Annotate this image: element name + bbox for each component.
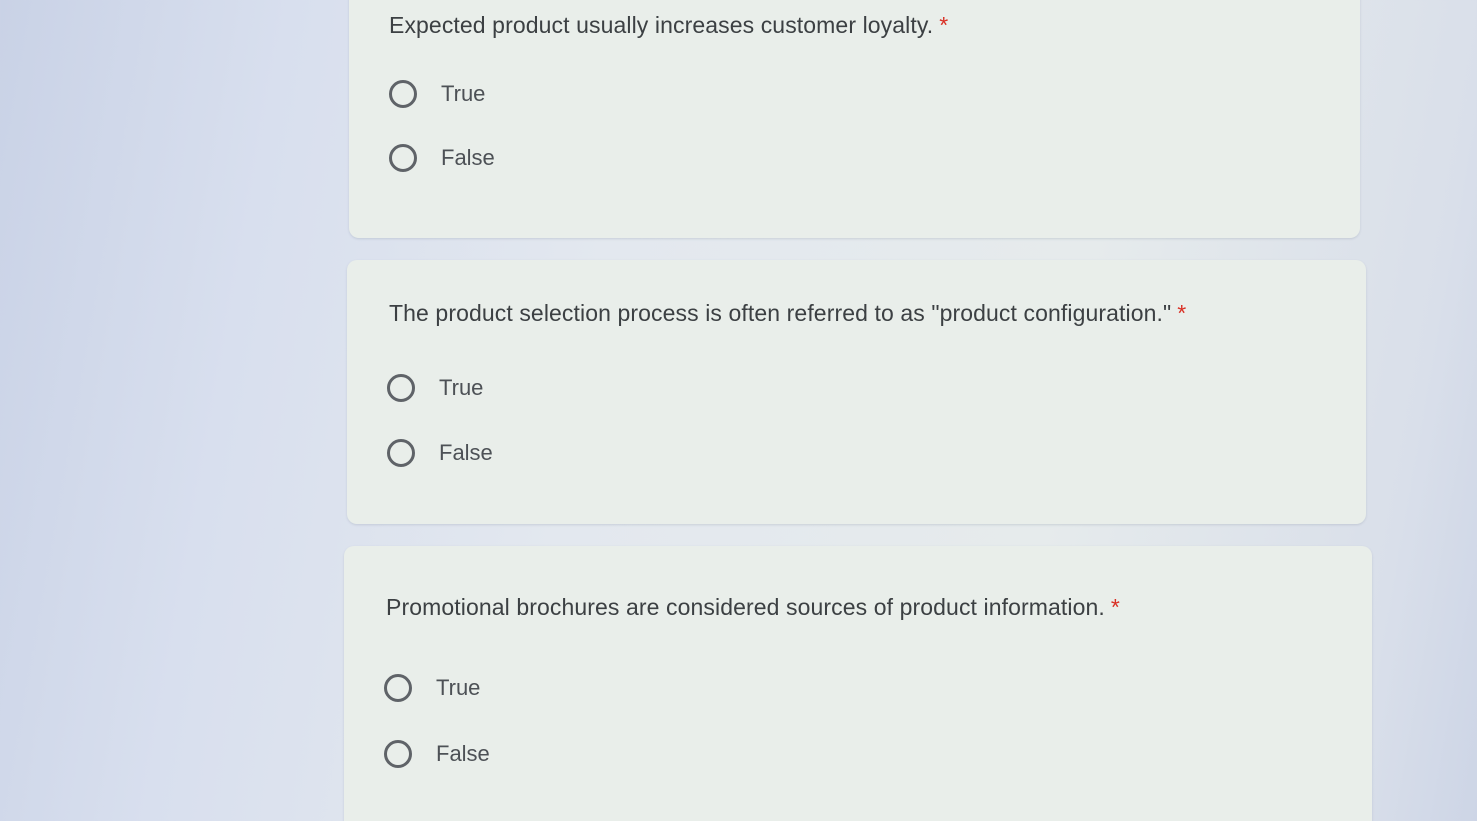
question-card-2: The product selection process is often r…	[347, 260, 1366, 524]
option-label: False	[436, 741, 490, 766]
radio-button-icon[interactable]	[387, 374, 415, 402]
question-card-3: Promotional brochures are considered sou…	[344, 546, 1372, 821]
radio-button-icon[interactable]	[384, 674, 412, 702]
radio-option-false[interactable]: False	[384, 734, 490, 774]
question-label: Expected product usually increases custo…	[389, 12, 934, 38]
question-card-1: Expected product usually increases custo…	[349, 0, 1360, 238]
radio-button-icon[interactable]	[384, 740, 412, 768]
option-label: False	[441, 145, 495, 170]
radio-option-false[interactable]: False	[389, 138, 495, 178]
radio-option-false[interactable]: False	[387, 433, 493, 473]
question-text: The product selection process is often r…	[389, 300, 1186, 327]
question-label: Promotional brochures are considered sou…	[386, 594, 1105, 620]
radio-option-true[interactable]: True	[387, 368, 483, 408]
required-asterisk: *	[1110, 594, 1120, 620]
question-text: Expected product usually increases custo…	[389, 12, 948, 39]
required-asterisk: *	[1177, 300, 1187, 326]
radio-button-icon[interactable]	[387, 439, 415, 467]
option-label: True	[439, 375, 484, 400]
option-label: False	[439, 440, 493, 465]
radio-button-icon[interactable]	[389, 144, 417, 172]
radio-option-true[interactable]: True	[389, 74, 485, 114]
radio-button-icon[interactable]	[389, 80, 417, 108]
question-label: The product selection process is often r…	[389, 300, 1172, 326]
option-label: True	[436, 675, 481, 700]
required-asterisk: *	[939, 12, 949, 38]
option-label: True	[441, 81, 486, 106]
radio-option-true[interactable]: True	[384, 668, 480, 708]
question-text: Promotional brochures are considered sou…	[386, 594, 1120, 621]
